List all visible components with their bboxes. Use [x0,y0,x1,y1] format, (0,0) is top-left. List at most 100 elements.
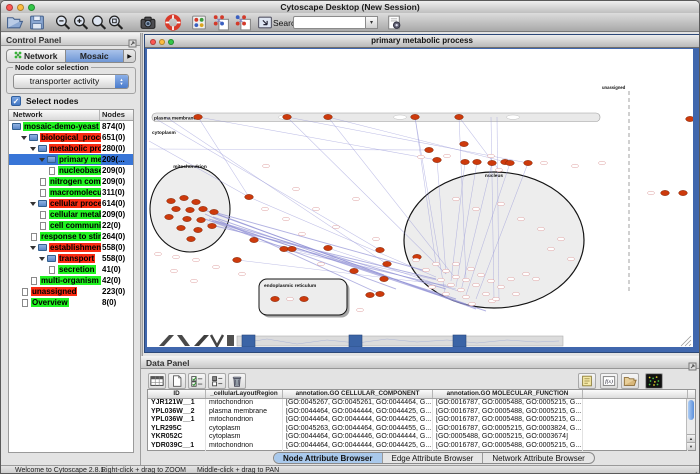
notes-icon[interactable] [578,373,596,389]
small-network-node[interactable] [548,247,555,251]
small-network-node[interactable] [473,283,480,287]
small-network-node[interactable] [599,161,606,165]
resize-grip-icon[interactable] [689,467,698,474]
network-node[interactable] [194,114,203,119]
search-dropdown-icon[interactable]: ▾ [366,16,378,29]
small-network-node[interactable] [318,262,325,266]
small-network-node[interactable] [444,154,451,158]
tree-row-transport[interactable]: transport558(0) [9,253,133,264]
matrix-icon[interactable] [645,373,663,389]
network-node[interactable] [461,159,470,164]
open-file-icon[interactable] [6,14,24,31]
zoom-window-icon[interactable] [28,4,35,11]
small-network-node[interactable] [478,273,485,277]
select-attributes-icon[interactable] [188,373,206,389]
float-data-panel-icon[interactable] [688,358,697,367]
small-network-node[interactable] [423,268,430,272]
network-node[interactable] [180,195,189,200]
vizmapper-icon[interactable] [190,14,208,31]
tab-network-attribute-browser[interactable]: Network Attribute Browser [483,453,593,463]
network-node[interactable] [165,214,174,219]
tree-expander-icon[interactable] [39,158,45,162]
scroll-down-icon[interactable]: ▼ [687,442,695,450]
small-network-node[interactable] [155,252,162,256]
canvas-resize-grip-icon[interactable] [689,344,691,346]
network-graph[interactable]: plasma membranecytoplasmmitochondrionnuc… [147,49,693,347]
small-network-node[interactable] [473,207,480,211]
network-node[interactable] [460,141,469,146]
tree-row-cellular-metabo[interactable]: cellular metabo209(0) [9,209,133,220]
network-node[interactable] [172,206,181,211]
tree-expander-icon[interactable] [39,257,45,261]
select-nodes-checkbox[interactable]: ✓ [11,96,21,106]
tree-row-nucleobase-[interactable]: nucleobase-209(0) [9,165,133,176]
network-node[interactable] [199,206,208,211]
small-network-node[interactable] [171,269,178,273]
search-config-icon[interactable] [385,14,403,31]
small-network-node[interactable] [533,277,540,281]
small-network-node[interactable] [293,187,300,191]
tree-row-nitrogen-compo[interactable]: nitrogen compo209(0) [9,176,133,187]
zoom-out-icon[interactable] [54,14,72,31]
small-network-node[interactable] [508,277,515,281]
small-network-node[interactable] [239,272,246,276]
small-network-node[interactable] [283,217,290,221]
network-node[interactable] [233,257,242,262]
small-network-node[interactable] [353,197,360,201]
network-node[interactable] [288,246,297,251]
small-network-node[interactable] [541,161,548,165]
tab-mosaic[interactable]: Mosaic [65,50,125,62]
network-window-titlebar[interactable]: primary metabolic process [145,35,699,48]
small-network-node[interactable] [538,227,545,231]
zoom-view-icon[interactable] [168,39,174,45]
tree-row-unassigned[interactable]: unassigned223(0) [9,286,133,297]
network-node[interactable] [376,291,385,296]
small-network-node[interactable] [299,232,306,236]
tree-expander-icon[interactable] [21,136,27,140]
table-row[interactable]: YPL036W__2plasma membrane[GO:0044464, GO… [148,408,695,417]
tree-row-establishment-of-lo[interactable]: establishment of lo558(0) [9,242,133,253]
table-row[interactable]: YDR039C__1mitochondrion[GO:0044464, GO:0… [148,442,695,451]
small-network-node[interactable] [558,237,565,241]
small-network-node[interactable] [469,302,476,306]
small-network-node[interactable] [523,272,530,276]
tree-row-cell-communicat[interactable]: cell communicat22(0) [9,220,133,231]
network-node[interactable] [488,160,497,165]
small-network-node[interactable] [429,285,436,289]
small-network-node[interactable] [496,168,503,172]
network-node[interactable] [524,160,533,165]
small-network-node[interactable] [572,164,579,168]
snapshot-icon[interactable] [139,14,157,31]
small-network-node[interactable] [438,278,445,282]
small-network-node[interactable] [463,295,470,299]
small-network-node[interactable] [191,279,198,283]
unselect-attributes-icon[interactable] [208,373,226,389]
network-node[interactable] [383,261,392,266]
tree-row-response-to-stimulu[interactable]: response to stimulu264(0) [9,231,133,242]
small-network-node[interactable] [518,217,525,221]
float-panel-icon[interactable] [128,35,137,44]
small-network-node[interactable] [373,237,380,241]
minimize-window-icon[interactable] [17,4,24,11]
table-row[interactable]: YJR121W__1mitochondrion[GO:0045267, GO:0… [148,399,695,408]
table-row[interactable]: YPL036W__1mitochondrion[GO:0044464, GO:0… [148,416,695,425]
small-network-node[interactable] [488,154,495,158]
save-icon[interactable] [28,14,46,31]
tree-row-macromolecule[interactable]: macromolecule311(0) [9,187,133,198]
column-header[interactable]: ID [148,390,206,398]
network-node[interactable] [300,296,309,301]
network-node[interactable] [197,217,206,222]
tree-row-primary-metabo[interactable]: primary metabo209(... [9,154,133,165]
small-network-node[interactable] [493,297,500,301]
network-node[interactable] [245,194,254,199]
tree-row-biological-process[interactable]: biological_process651(0) [9,132,133,143]
small-network-node[interactable] [313,207,320,211]
attribute-table[interactable]: ID_cellularLayoutRegionannotation.GO CEL… [147,389,696,451]
network-node[interactable] [473,159,482,164]
small-network-node[interactable] [413,258,420,262]
small-network-node[interactable] [513,292,520,296]
small-network-node[interactable] [263,164,270,168]
new-attribute-icon[interactable] [168,373,186,389]
small-network-node[interactable] [213,265,220,269]
network-node[interactable] [376,247,385,252]
